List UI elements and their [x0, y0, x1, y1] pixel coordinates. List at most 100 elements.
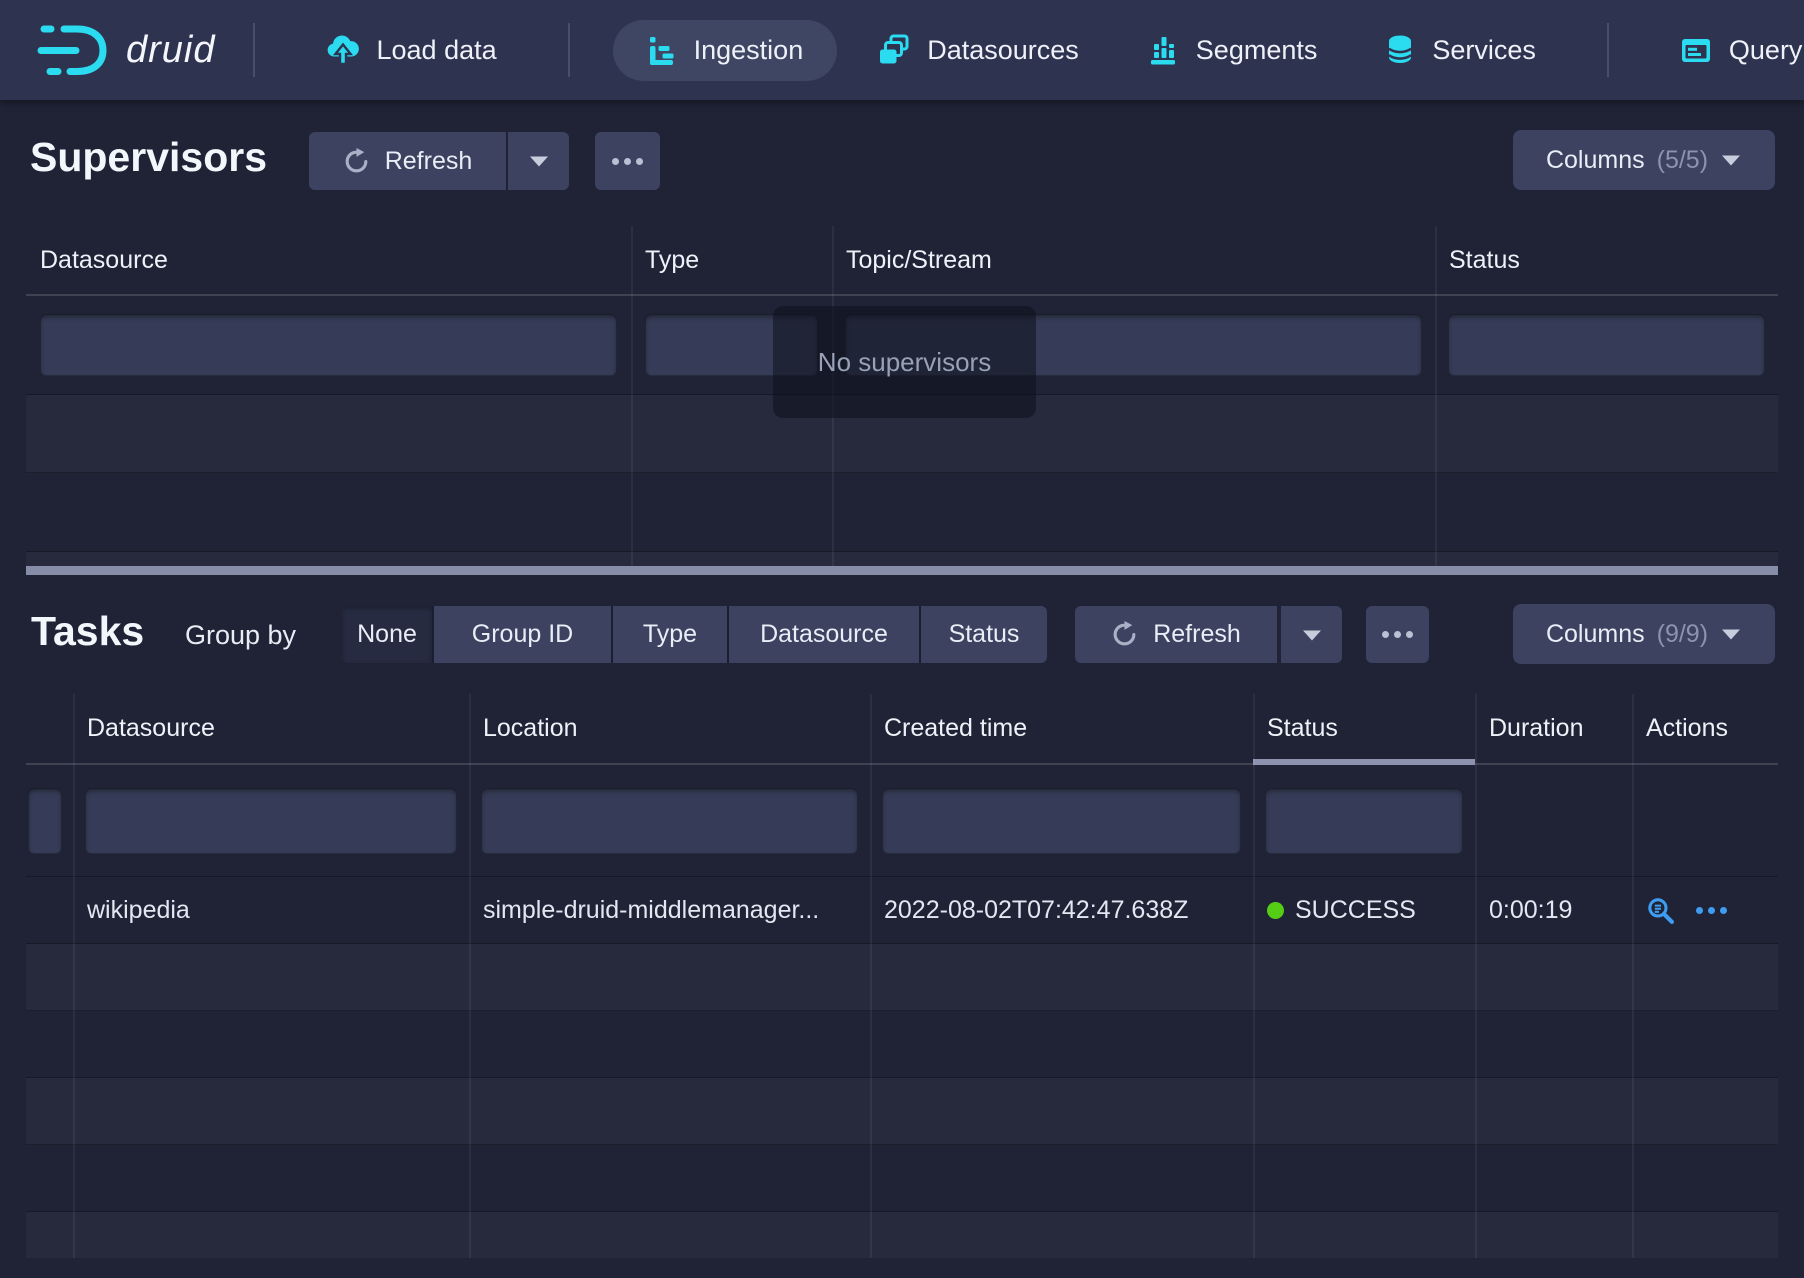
tasks-table: Datasource Location Created time Status …	[26, 694, 1778, 1258]
navbar-divider	[568, 23, 570, 77]
header-actions[interactable]: Actions	[1632, 694, 1778, 763]
gantt-chart-icon	[647, 35, 677, 66]
header-status-sorted[interactable]: Status	[1253, 694, 1475, 763]
supervisors-table-header: Datasource Type Topic/Stream Status	[26, 226, 1778, 296]
column-divider	[1632, 694, 1634, 1258]
supervisors-refresh-button[interactable]: Refresh	[309, 132, 506, 190]
bar-chart-icon	[1147, 34, 1179, 66]
more-icon	[1382, 631, 1413, 638]
druid-logo-icon	[36, 20, 112, 80]
header-topic-stream[interactable]: Topic/Stream	[832, 226, 1435, 294]
columns-label: Columns	[1546, 620, 1645, 649]
created-time-cell: 2022-08-02T07:42:47.638Z	[870, 896, 1253, 925]
navbar: druid Load data Ingestion Datasource	[0, 0, 1804, 100]
supervisors-title: Supervisors	[30, 134, 267, 181]
refresh-label: Refresh	[385, 147, 473, 176]
table-row	[26, 1011, 1778, 1078]
group-by-datasource-button[interactable]: Datasource	[727, 606, 919, 663]
nav-item-services[interactable]: Services	[1363, 20, 1558, 81]
supervisors-horizontal-scrollbar[interactable]	[26, 566, 1778, 575]
tasks-table-header: Datasource Location Created time Status …	[26, 694, 1778, 765]
column-divider	[1435, 226, 1437, 566]
filter-cell	[26, 788, 73, 854]
nav-item-ingestion[interactable]: Ingestion	[613, 20, 838, 81]
nav-item-segments[interactable]: Segments	[1125, 20, 1340, 81]
no-supervisors-overlay: No supervisors	[773, 306, 1036, 418]
header-status-label: Status	[1267, 714, 1338, 743]
druid-logo[interactable]: druid	[36, 20, 216, 80]
refresh-icon	[1111, 621, 1138, 648]
header-duration[interactable]: Duration	[1475, 694, 1632, 763]
location-filter-input[interactable]	[481, 788, 858, 854]
database-icon	[1385, 34, 1415, 66]
header-location[interactable]: Location	[469, 694, 870, 763]
group-by-type-button[interactable]: Type	[611, 606, 727, 663]
group-by-none-button[interactable]: None	[342, 606, 432, 663]
group-by-button-group: None Group ID Type Datasource Status	[342, 606, 1047, 663]
nav-item-datasources[interactable]: Datasources	[855, 20, 1101, 81]
tasks-refresh-button[interactable]: Refresh	[1075, 606, 1277, 663]
refresh-icon	[343, 148, 370, 175]
header-datasource[interactable]: Datasource	[26, 226, 631, 294]
tasks-filter-row	[26, 765, 1778, 877]
supervisors-more-button[interactable]	[595, 132, 660, 190]
status-filter-input[interactable]	[1448, 314, 1765, 376]
actions-cell	[1632, 896, 1778, 925]
filter-cell	[26, 314, 631, 376]
columns-count: (9/9)	[1657, 620, 1708, 649]
task-details-search-icon[interactable]	[1646, 896, 1675, 925]
group-by-status-button[interactable]: Status	[919, 606, 1047, 663]
tasks-columns-button[interactable]: Columns (9/9)	[1513, 604, 1775, 664]
header-type[interactable]: Type	[631, 226, 832, 294]
empty-message: No supervisors	[818, 347, 991, 378]
header-status[interactable]: Status	[1435, 226, 1778, 294]
status-filter-input[interactable]	[1265, 788, 1463, 854]
status-cell: SUCCESS	[1253, 896, 1475, 925]
status-text: SUCCESS	[1295, 896, 1416, 925]
group-by-group-id-button[interactable]: Group ID	[432, 606, 611, 663]
table-row	[26, 1078, 1778, 1145]
datasource-cell: wikipedia	[73, 896, 469, 925]
datasource-filter-input[interactable]	[85, 788, 457, 854]
group-by-label: Group by	[185, 620, 296, 651]
table-row	[26, 552, 1778, 566]
task-actions-more-icon[interactable]	[1696, 907, 1727, 914]
nav-item-label: Datasources	[927, 35, 1079, 66]
location-cell: simple-druid-middlemanager...	[469, 896, 870, 925]
caret-down-icon	[528, 154, 550, 168]
column-divider	[469, 694, 471, 1258]
nav-item-query[interactable]: Query	[1658, 20, 1804, 81]
column-divider	[73, 694, 75, 1258]
supervisors-table: Datasource Type Topic/Stream Status No s…	[26, 226, 1778, 575]
caret-down-icon	[1720, 153, 1742, 167]
console-icon	[1680, 36, 1712, 65]
tasks-more-button[interactable]	[1366, 606, 1429, 663]
navbar-divider	[253, 23, 255, 77]
created-time-filter-input[interactable]	[882, 788, 1241, 854]
filter-cell	[469, 788, 870, 854]
table-row	[26, 473, 1778, 552]
tasks-refresh-menu-button[interactable]	[1281, 606, 1342, 663]
columns-label: Columns	[1546, 146, 1645, 175]
cloud-upload-icon	[326, 35, 360, 66]
clipped-filter-input[interactable]	[28, 788, 62, 854]
column-divider	[870, 694, 872, 1258]
filter-cell	[1253, 788, 1475, 854]
refresh-label: Refresh	[1153, 620, 1241, 649]
navbar-divider	[1607, 23, 1609, 77]
column-divider	[631, 226, 633, 566]
sort-indicator	[1253, 759, 1475, 765]
nav-item-label: Ingestion	[694, 35, 804, 66]
table-row	[26, 1212, 1778, 1258]
datasource-filter-input[interactable]	[40, 314, 617, 376]
supervisors-columns-button[interactable]: Columns (5/5)	[1513, 130, 1775, 190]
column-divider	[1253, 694, 1255, 1258]
caret-down-icon	[1301, 628, 1323, 642]
header-datasource[interactable]: Datasource	[73, 694, 469, 763]
task-row-wikipedia[interactable]: wikipedia simple-druid-middlemanager... …	[26, 877, 1778, 944]
table-row	[26, 944, 1778, 1011]
nav-item-load-data[interactable]: Load data	[304, 20, 519, 81]
nav-item-label: Segments	[1196, 35, 1318, 66]
supervisors-refresh-menu-button[interactable]	[508, 132, 569, 190]
header-created-time[interactable]: Created time	[870, 694, 1253, 763]
